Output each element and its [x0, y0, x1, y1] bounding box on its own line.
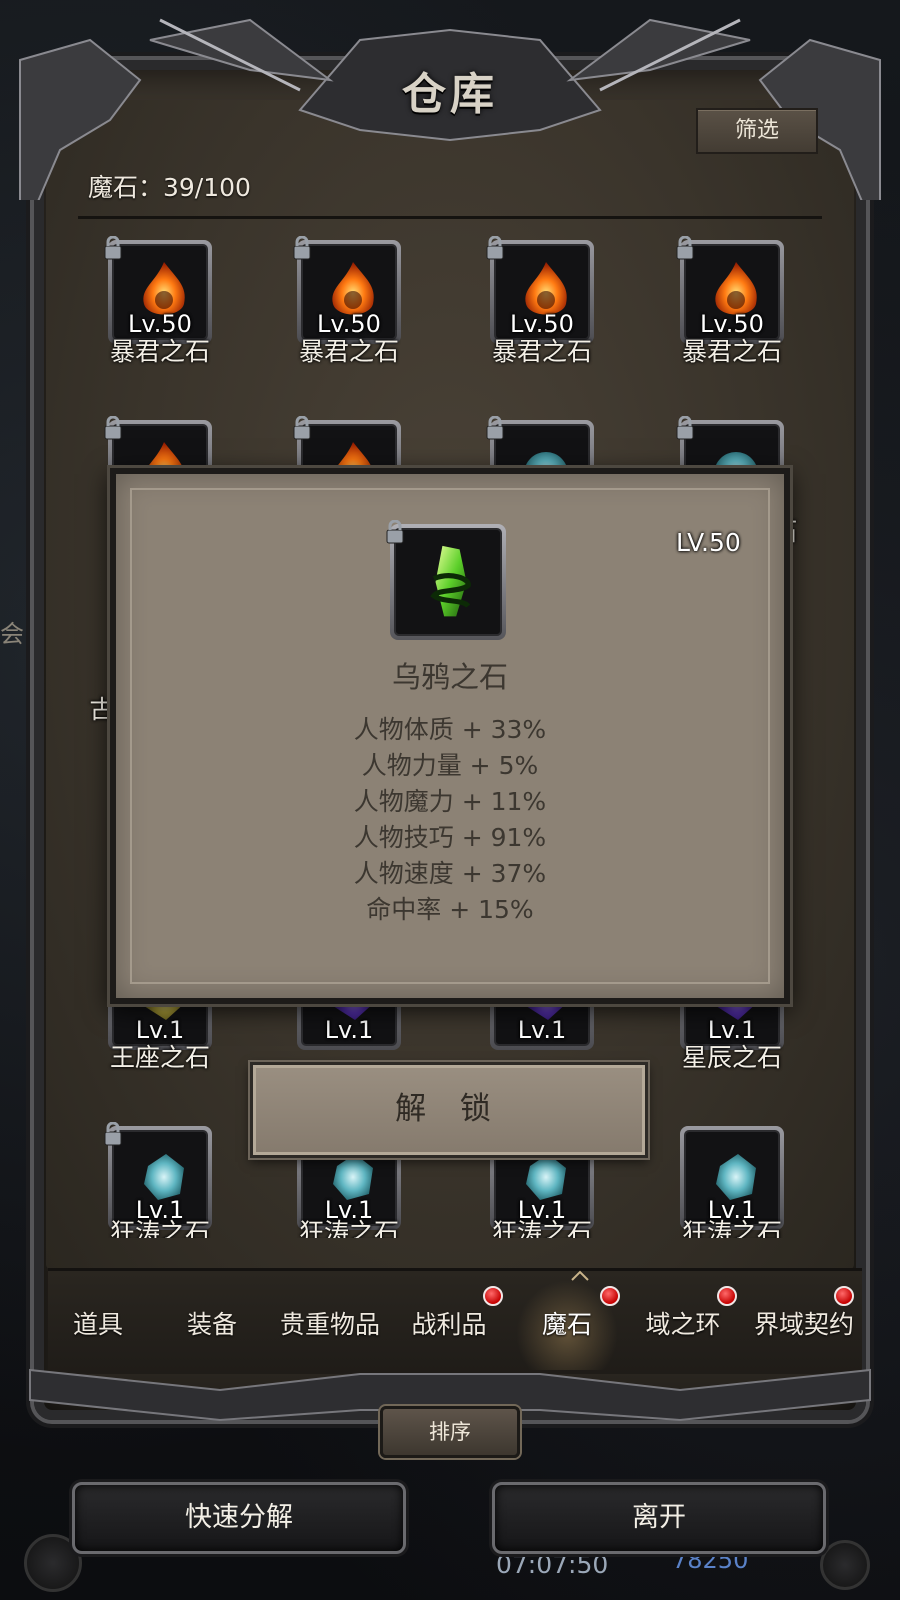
item-level: Lv.1: [324, 1016, 374, 1044]
active-tab-arrow-icon: [571, 1270, 589, 1281]
plus-icon[interactable]: [820, 1540, 870, 1590]
popup-item-slot: [386, 520, 506, 640]
item-detail-popup: LV.50 乌鸦之石 人物体质 + 33% 人物力量 + 5% 人物魔力 + 1…: [110, 468, 790, 1004]
lock-icon: [486, 416, 504, 440]
item-name: 暴君之石: [491, 337, 592, 366]
item-name: 狂涛之石: [681, 1218, 782, 1238]
header-divider: [78, 216, 822, 219]
stat-line: 人物力量 + 5%: [361, 751, 539, 780]
stat-line: 人物技巧 + 91%: [353, 823, 547, 852]
lock-icon: [486, 236, 504, 260]
clock-display: 07:07:50: [496, 1550, 609, 1579]
lock-icon: [676, 416, 694, 440]
tab-equipment[interactable]: 装备: [164, 1280, 260, 1370]
lock-icon: [293, 236, 311, 260]
item-name: 狂涛之石: [298, 1218, 399, 1238]
leave-button[interactable]: 离开: [492, 1482, 826, 1554]
window-title: 仓库: [402, 69, 498, 120]
stat-line: 命中率 + 15%: [366, 895, 534, 924]
item-slot[interactable]: Lv.1: [680, 1126, 784, 1230]
green-crystal-icon: [430, 545, 471, 617]
unlock-button[interactable]: 解 锁: [250, 1062, 648, 1158]
item-slot[interactable]: Lv.50: [486, 236, 594, 344]
item-slot[interactable]: Lv.50: [293, 236, 401, 344]
item-name: 王座之石: [109, 1043, 210, 1072]
lock-icon: [104, 416, 122, 440]
stone-count: 魔石：39/100: [88, 173, 251, 202]
item-slot[interactable]: Lv.50: [676, 236, 784, 344]
item-slot[interactable]: Lv.50: [104, 236, 212, 344]
quick-decompose-button[interactable]: 快速分解: [72, 1482, 406, 1554]
tab-items[interactable]: 道具: [50, 1280, 146, 1370]
stat-line: 人物体质 + 33%: [353, 715, 547, 744]
popup-level: LV.50: [676, 528, 741, 557]
stat-line: 人物魔力 + 11%: [353, 787, 547, 816]
tab-valuables[interactable]: 贵重物品: [268, 1280, 392, 1370]
popup-item-name: 乌鸦之石: [391, 660, 508, 694]
notification-dot: [600, 1286, 620, 1306]
item-name: 暴君之石: [109, 337, 210, 366]
notification-dot: [483, 1286, 503, 1306]
item-name: 暴君之石: [298, 337, 399, 366]
lock-icon: [104, 1122, 122, 1146]
item-name: 狂涛之石: [109, 1218, 210, 1238]
lock-icon: [104, 236, 122, 260]
item-name: 星辰之石: [681, 1043, 782, 1072]
item-name: 狂涛之石: [491, 1218, 592, 1238]
popup-stats: 人物体质 + 33% 人物力量 + 5% 人物魔力 + 11% 人物技巧 + 9…: [116, 712, 784, 928]
notification-dot: [834, 1286, 854, 1306]
item-level: Lv.1: [517, 1016, 567, 1044]
lock-icon: [386, 520, 404, 544]
lock-icon: [676, 236, 694, 260]
item-name: 暴君之石: [681, 337, 782, 366]
notification-dot: [717, 1286, 737, 1306]
lock-icon: [293, 416, 311, 440]
stat-line: 人物速度 + 37%: [353, 859, 547, 888]
item-slot[interactable]: Lv.1: [104, 1122, 212, 1230]
background-text: 会: [0, 620, 24, 648]
sort-button[interactable]: 排序: [380, 1406, 520, 1458]
filter-button[interactable]: 筛选: [696, 108, 818, 154]
